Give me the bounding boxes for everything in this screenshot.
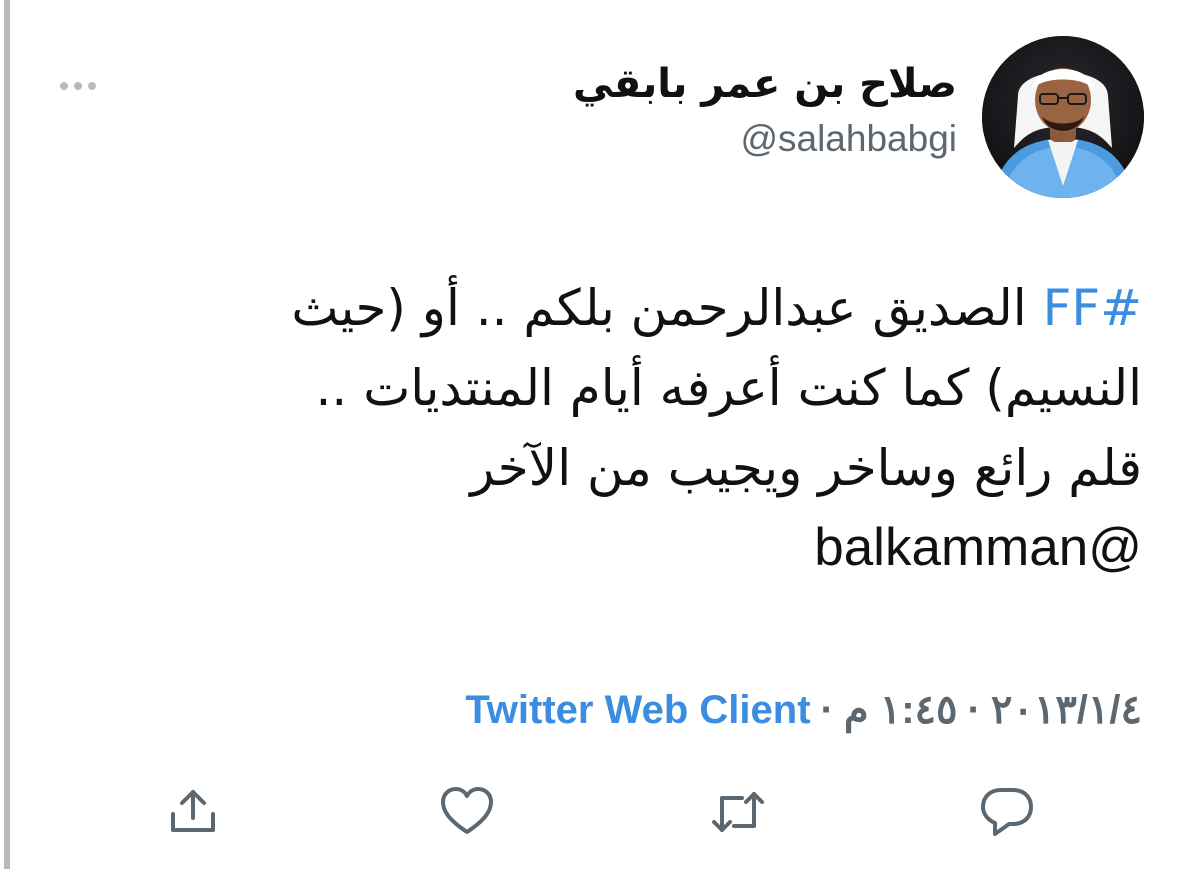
more-dot — [60, 82, 68, 90]
tweet-meta: ٢٠١٣/١/٤·١:٤٥ م·Twitter Web Client — [465, 684, 1142, 736]
tweet-time[interactable]: ١:٤٥ م — [844, 688, 958, 732]
share-upload-icon[interactable] — [161, 780, 225, 844]
client-link[interactable]: Twitter Web Client — [465, 688, 810, 732]
scrollbar-edge — [4, 0, 10, 869]
tweet-date[interactable]: ٢٠١٣/١/٤ — [991, 688, 1142, 732]
avatar-photo — [982, 36, 1144, 198]
tweet-line-3: قلم رائع وساخر ويجيب من الآخر — [470, 439, 1142, 497]
tweet-line-2: النسيم) كما كنت أعرفه أيام المنتديات .. — [315, 359, 1142, 417]
author-handle[interactable]: @salahbabgi — [573, 114, 957, 164]
more-dot — [74, 82, 82, 90]
reply-bubble-icon[interactable] — [975, 780, 1039, 844]
author-identity[interactable]: صلاح بن عمر بابقي @salahbabgi — [573, 56, 957, 164]
hashtag-link[interactable]: #FF — [1043, 279, 1142, 337]
more-dot — [88, 82, 96, 90]
more-options-icon[interactable] — [60, 74, 106, 98]
tweet-line-1: #FF الصديق عبدالرحمن بلكم .. أو (حيث — [62, 268, 1142, 348]
tweet-text: #FF الصديق عبدالرحمن بلكم .. أو (حيث الن… — [62, 268, 1142, 588]
mention-link[interactable]: balkamman@ — [62, 508, 1142, 588]
avatar[interactable] — [982, 36, 1144, 198]
action-bar — [0, 780, 1200, 852]
meta-separator: · — [820, 688, 834, 732]
tweet-detail: صلاح بن عمر بابقي @salahbabgi #FF الصديق… — [0, 0, 1200, 869]
tweet-line-1-text: الصديق عبدالرحمن بلكم .. أو (حيث — [291, 279, 1043, 337]
heart-icon[interactable] — [435, 780, 499, 844]
meta-separator: · — [967, 688, 981, 732]
author-display-name[interactable]: صلاح بن عمر بابقي — [573, 56, 957, 112]
retweet-icon[interactable] — [706, 780, 770, 844]
